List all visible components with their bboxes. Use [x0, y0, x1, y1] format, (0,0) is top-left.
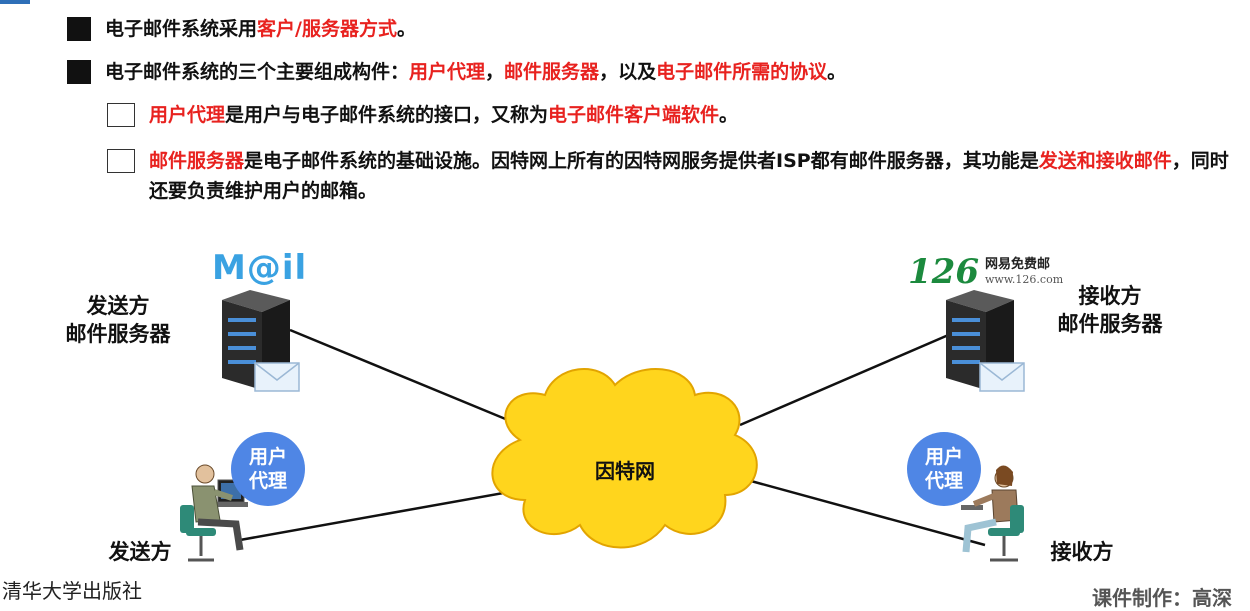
link-receiver-server-cloud: [739, 328, 961, 427]
sender-user-agent-badge: 用户 代理: [231, 432, 305, 506]
user-agent-line1: 用户: [248, 446, 287, 468]
link-sender-server-cloud: [289, 328, 521, 427]
receiver-user-agent-badge: 用户 代理: [907, 432, 981, 506]
courseware-credit: 课件制作：高深: [1092, 586, 1232, 610]
receiver-server-label-line2: 邮件服务器: [1057, 312, 1163, 336]
sender-server-label-line2: 邮件服务器: [65, 322, 171, 346]
logo126-number: 126: [908, 252, 979, 292]
receiver-mail-server-icon: [946, 290, 1025, 392]
logo126-chinese: 网易免费邮: [984, 257, 1050, 272]
user-agent-line1: 用户: [924, 446, 963, 468]
sender-mail-server-icon: [222, 290, 300, 392]
sender-server-label-line1: 发送方: [86, 294, 150, 318]
receiver-server-label: 接收方 邮件服务器: [1040, 282, 1180, 338]
user-agent-line2: 代理: [248, 470, 287, 492]
sender-label: 发送方: [108, 540, 172, 564]
receiver-server-label-line1: 接收方: [1078, 284, 1142, 308]
internet-label: 因特网: [595, 459, 655, 483]
sender-server-label: 发送方 邮件服务器: [48, 292, 188, 348]
receiver-label: 接收方: [1050, 540, 1114, 564]
user-agent-line2: 代理: [924, 470, 963, 492]
mail-logo: M@il: [212, 248, 308, 288]
